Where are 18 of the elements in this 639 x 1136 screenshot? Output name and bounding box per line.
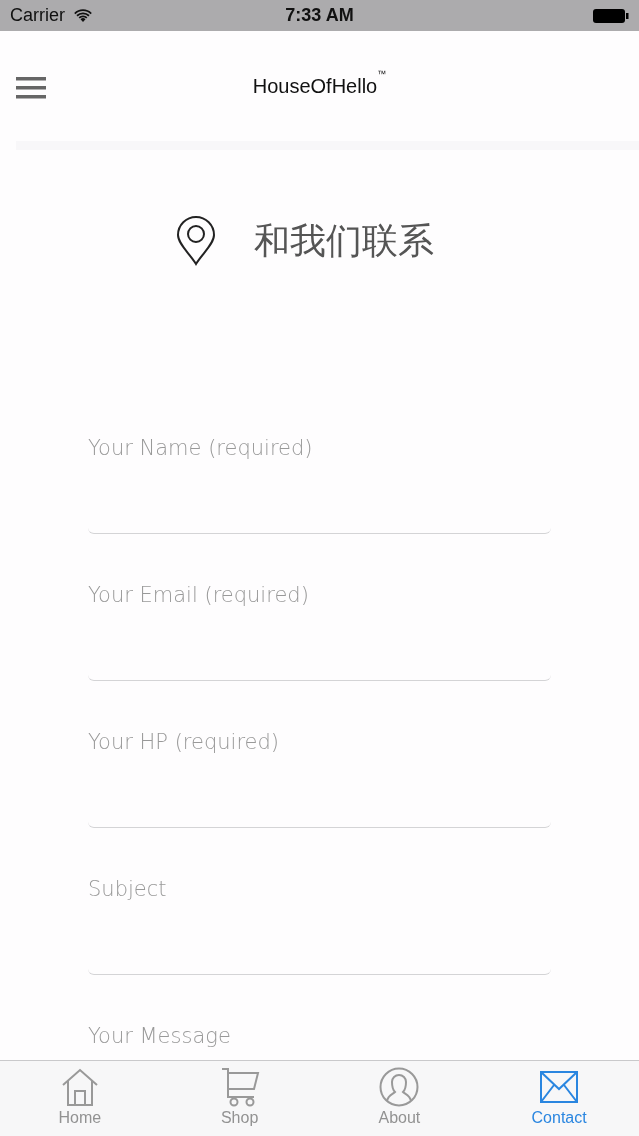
person-icon [379, 1067, 420, 1107]
page-title: 和我们联系 [253, 218, 434, 263]
cart-icon [219, 1067, 260, 1107]
carrier-label: Carrier [10, 5, 65, 26]
menu-icon[interactable] [16, 77, 46, 99]
location-pin-icon [175, 216, 216, 266]
field-label: Subject [88, 876, 168, 902]
clock-time: 7:33 AM [285, 5, 354, 26]
field-label: Your HP (required) [88, 729, 280, 755]
field-label: Your Email (required) [88, 582, 310, 608]
tab[interactable]: Home [0, 1061, 160, 1136]
tab[interactable]: Contact [479, 1061, 639, 1136]
tab[interactable]: About [319, 1061, 480, 1136]
field-label: Your Name (required) [88, 435, 314, 461]
tab[interactable]: Shop [159, 1061, 320, 1136]
battery-icon [593, 7, 629, 24]
field-label: Your Message [88, 1023, 232, 1049]
wifi-icon [73, 8, 93, 23]
